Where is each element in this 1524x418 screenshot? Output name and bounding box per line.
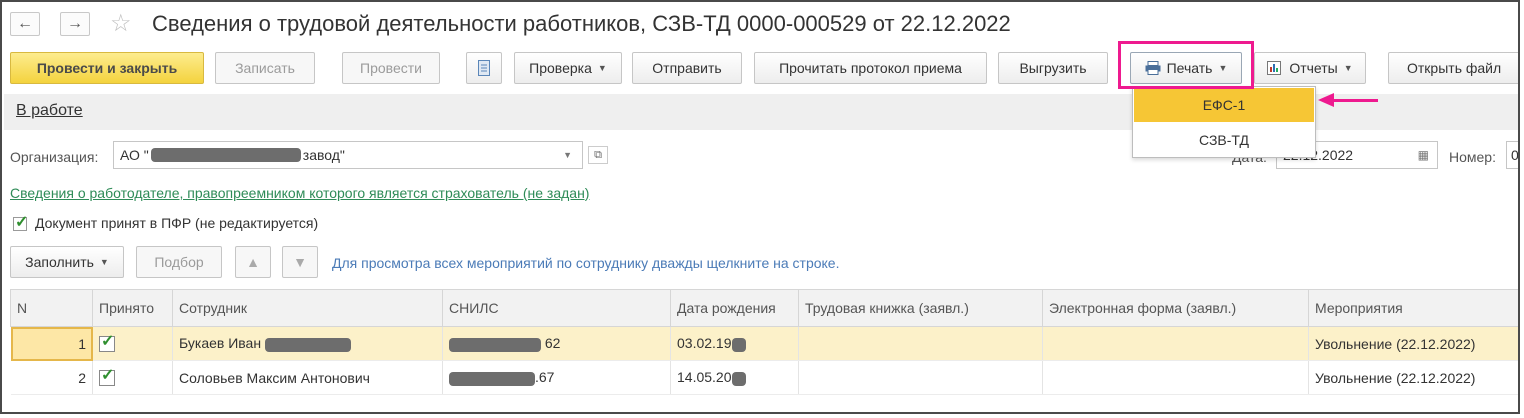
arrow-up-icon: ▲ [246,254,260,270]
employer-info-link[interactable]: Сведения о работодателе, правопреемником… [10,185,589,201]
accepted-cell[interactable]: ✓ [92,326,173,361]
work-book-cell [798,326,1043,361]
table-header-row: N Принято Сотрудник СНИЛС Дата рождения … [10,289,1518,327]
move-down-button[interactable]: ▼ [282,246,318,278]
number-field[interactable]: 00 [1506,141,1519,169]
reports-label: Отчеты [1289,60,1338,76]
pick-button[interactable]: Подбор [136,246,222,278]
number-value: 00 [1511,147,1519,163]
column-header[interactable]: Сотрудник [172,289,443,327]
column-header[interactable]: Мероприятия [1308,289,1518,327]
column-header[interactable]: N [10,289,93,327]
snils-tail: .67 [535,369,555,386]
post-and-close-button[interactable]: Провести и закрыть [10,52,204,84]
electronic-form-cell [1042,360,1309,395]
work-book-cell [798,360,1043,395]
move-up-button[interactable]: ▲ [235,246,271,278]
redacted-block [449,371,535,386]
fill-dropdown-button[interactable]: Заполнить ▼ [10,246,124,278]
checkmark-icon: ✓ [101,333,115,351]
list-icon-button[interactable] [466,52,502,84]
arrow-down-icon: ▼ [293,254,307,270]
column-header[interactable]: Электронная форма (заявл.) [1042,289,1309,327]
report-chart-icon [1267,61,1282,75]
employees-table: N Принято Сотрудник СНИЛС Дата рождения … [10,289,1518,395]
accepted-label: Документ принят в ПФР (не редактируется) [35,215,319,231]
employee-cell: Букаев Иван [172,326,443,361]
menu-item-efs1[interactable]: ЕФС-1 [1134,88,1314,122]
redacted-block [731,371,746,386]
page-title: Сведения о трудовой деятельности работни… [152,11,1011,36]
organization-label: Организация: [10,149,99,165]
dropdown-caret-icon[interactable]: ▼ [563,150,572,160]
calendar-icon[interactable]: ▦ [1418,148,1429,162]
snils-tail: 62 [544,335,561,352]
column-header[interactable]: Принято [92,289,173,327]
table-hint: Для просмотра всех мероприятий по сотруд… [332,255,840,271]
birth-cell: 14.05.20 [670,360,799,395]
check-dropdown-button[interactable]: Проверка ▼ [514,52,622,84]
pointer-arrow-shaft [1332,99,1378,102]
menu-item-szv-td[interactable]: СЗВ-ТД [1133,123,1315,157]
column-header[interactable]: Дата рождения [670,289,799,327]
organization-field[interactable]: АО " завод" ▼ [113,141,583,169]
birth-date: 03.02.19 [677,335,732,352]
caret-down-icon: ▼ [1343,63,1353,73]
open-file-button[interactable]: Открыть файл [1388,52,1518,84]
check-label: Проверка [529,60,592,76]
open-organization-icon[interactable]: ⧉ [588,146,608,164]
employee-name: Букаев Иван [179,335,262,352]
arrow-right-icon: → [67,15,83,32]
organization-prefix: АО " [120,147,149,163]
organization-suffix: завод" [302,147,345,163]
checkmark-icon: ✓ [15,214,29,231]
redacted-block [150,148,301,162]
table-row[interactable]: 1 ✓ Букаев Иван 62 03.02.19 Увольнение (… [10,326,1518,361]
snils-cell: .67 [442,360,671,395]
back-button[interactable]: ← [10,12,40,36]
save-button[interactable]: Записать [215,52,315,84]
redacted-block [449,337,541,352]
post-button[interactable]: Провести [342,52,440,84]
document-list-icon [478,60,490,76]
events-cell: Увольнение (22.12.2022) [1308,326,1518,361]
print-dropdown-menu: ЕФС-1 СЗВ-ТД [1132,86,1316,158]
status-link[interactable]: В работе [16,102,83,120]
row-checkbox[interactable]: ✓ [99,333,115,353]
caret-down-icon: ▼ [99,257,109,267]
favorite-star-icon[interactable]: ☆ [110,9,132,38]
send-button[interactable]: Отправить [632,52,742,84]
caret-down-icon: ▼ [597,63,607,73]
employee-cell: Соловьев Максим Антонович [172,360,443,395]
arrow-left-icon: ← [17,15,33,32]
birth-date: 14.05.20 [677,369,732,386]
row-checkbox[interactable]: ✓ [99,367,115,387]
read-protocol-button[interactable]: Прочитать протокол приема [754,52,987,84]
redacted-block [264,337,351,352]
print-highlight-box [1118,41,1254,89]
column-header[interactable]: Трудовая книжка (заявл.) [798,289,1043,327]
snils-cell: 62 [442,326,671,361]
row-number: 2 [10,360,93,395]
accepted-cell[interactable]: ✓ [92,360,173,395]
number-label: Номер: [1449,149,1496,165]
events-cell: Увольнение (22.12.2022) [1308,360,1518,395]
export-button[interactable]: Выгрузить [998,52,1108,84]
row-number: 1 [10,326,93,361]
electronic-form-cell [1042,326,1309,361]
table-row[interactable]: 2 ✓ Соловьев Максим Антонович .67 14.05.… [10,360,1518,395]
checkmark-icon: ✓ [101,367,115,385]
fill-label: Заполнить [25,254,94,270]
forward-button[interactable]: → [60,12,90,36]
accepted-checkbox[interactable]: ✓ [13,214,28,231]
reports-dropdown-button[interactable]: Отчеты ▼ [1254,52,1366,84]
pointer-arrow-icon [1318,93,1334,107]
document-window: ← → ☆ Сведения о трудовой деятельности р… [0,0,1520,414]
redacted-block [731,337,746,352]
column-header[interactable]: СНИЛС [442,289,671,327]
birth-cell: 03.02.19 [670,326,799,361]
